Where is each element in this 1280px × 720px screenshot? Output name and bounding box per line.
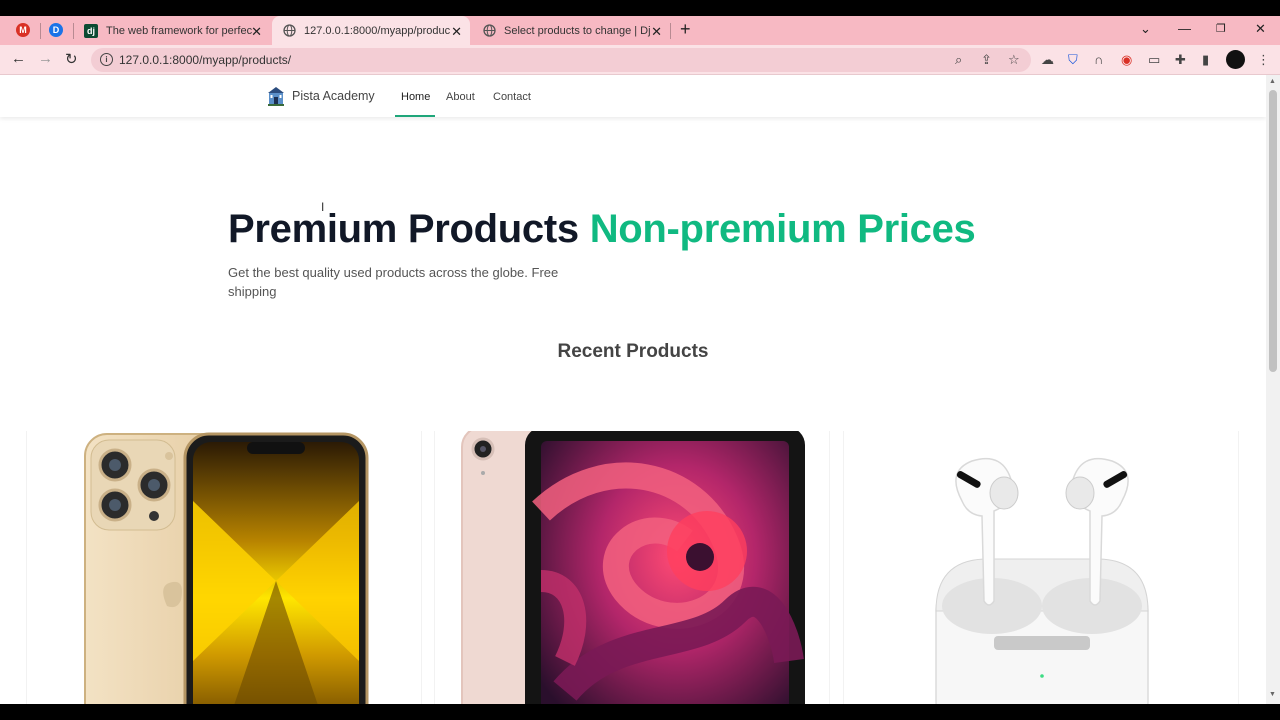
browser-window: M D dj The web framework for perfectioni…: [0, 16, 1280, 704]
scroll-thumb[interactable]: [1269, 90, 1277, 372]
iphone-gold-image[interactable]: [27, 431, 423, 704]
product-card[interactable]: [26, 431, 422, 704]
hero-title-dark: Premium Products: [228, 207, 579, 251]
tab-separator: [40, 23, 41, 39]
nav-about[interactable]: About: [446, 91, 475, 103]
airpods-pro-image[interactable]: [844, 431, 1240, 704]
tab-separator: [670, 23, 671, 39]
site-info-icon[interactable]: i: [100, 53, 113, 66]
django-icon: dj: [84, 23, 98, 38]
tab-django-docs[interactable]: dj The web framework for perfectionists …: [74, 16, 270, 45]
site-navbar: Pista Academy Home About Contact: [0, 75, 1266, 117]
scroll-down-icon[interactable]: ▼: [1269, 691, 1276, 698]
d-tab[interactable]: D: [49, 23, 63, 37]
side-panel-icon[interactable]: ▮: [1202, 52, 1209, 68]
reload-icon[interactable]: ↻: [65, 50, 78, 68]
product-card[interactable]: [843, 431, 1239, 704]
page-scrollbar[interactable]: ▲ ▼: [1266, 75, 1280, 704]
hero-subtitle: Get the best quality used products acros…: [228, 265, 559, 299]
nav-active-indicator: [395, 115, 435, 117]
tab-title: Select products to change | Django: [504, 24, 650, 37]
extension-arc-icon[interactable]: ∩: [1094, 52, 1103, 67]
globe-icon: [282, 24, 296, 38]
zoom-icon[interactable]: ⌕: [955, 52, 962, 68]
new-tab-icon[interactable]: +: [680, 19, 691, 40]
close-tab-icon[interactable]: ✕: [451, 24, 462, 40]
tab-django-admin[interactable]: Select products to change | Django ✕: [472, 16, 670, 45]
product-card[interactable]: [434, 426, 831, 704]
minimize-icon[interactable]: —: [1178, 21, 1191, 36]
nav-home[interactable]: Home: [401, 91, 430, 103]
globe-icon: [482, 24, 496, 38]
back-icon[interactable]: ←: [11, 50, 26, 67]
browser-toolbar: ← → ↻ i 127.0.0.1:8000/myapp/products/ ⌕…: [0, 45, 1280, 75]
close-tab-icon[interactable]: ✕: [651, 24, 662, 40]
forward-icon[interactable]: →: [38, 50, 53, 67]
restore-icon[interactable]: ❐: [1216, 22, 1226, 35]
tab-title: The web framework for perfectionists: [106, 24, 252, 37]
extension-cast-icon[interactable]: ▭: [1148, 52, 1160, 68]
menu-kebab-icon[interactable]: ⋮: [1257, 52, 1270, 68]
close-tab-icon[interactable]: ✕: [251, 24, 262, 40]
gmail-icon: M: [19, 25, 27, 35]
tab-title: 127.0.0.1:8000/myapp/products/: [304, 24, 450, 37]
share-icon[interactable]: ⇪: [981, 52, 992, 68]
hero-title: Premium Products Non-premium Prices: [228, 207, 976, 252]
extension-cloud-icon[interactable]: ☁: [1041, 52, 1054, 68]
ipad-pink-image[interactable]: [435, 426, 831, 704]
close-window-icon[interactable]: ✕: [1255, 21, 1266, 37]
brand[interactable]: Pista Academy: [267, 86, 375, 106]
address-url[interactable]: 127.0.0.1:8000/myapp/products/: [119, 53, 291, 67]
academy-logo-icon: [267, 86, 285, 106]
hero-title-accent: Non-premium Prices: [589, 207, 976, 251]
bookmark-star-icon[interactable]: ☆: [1008, 52, 1020, 68]
address-bar[interactable]: i 127.0.0.1:8000/myapp/products/ ⌕ ⇪ ☆: [91, 48, 1031, 72]
web-page: Pista Academy Home About Contact I Premi…: [0, 75, 1266, 704]
d-icon: D: [52, 25, 60, 35]
recent-products-title: Recent Products: [557, 341, 709, 362]
tab-products[interactable]: 127.0.0.1:8000/myapp/products/ ✕: [272, 16, 470, 45]
brand-name: Pista Academy: [292, 89, 375, 103]
extension-shield-icon[interactable]: ⛉: [1068, 52, 1078, 68]
extension-red-icon[interactable]: ◉: [1121, 52, 1132, 68]
profile-avatar[interactable]: [1226, 50, 1245, 69]
screen-bottom-bar: [0, 704, 1280, 720]
extensions-puzzle-icon[interactable]: ✚: [1175, 52, 1186, 68]
scroll-up-icon[interactable]: ▲: [1269, 78, 1276, 85]
nav-contact[interactable]: Contact: [493, 91, 531, 103]
tab-search-chevron-icon[interactable]: ⌄: [1140, 21, 1151, 37]
tab-strip: M D dj The web framework for perfectioni…: [0, 16, 1280, 45]
gmail-tab[interactable]: M: [16, 23, 30, 37]
